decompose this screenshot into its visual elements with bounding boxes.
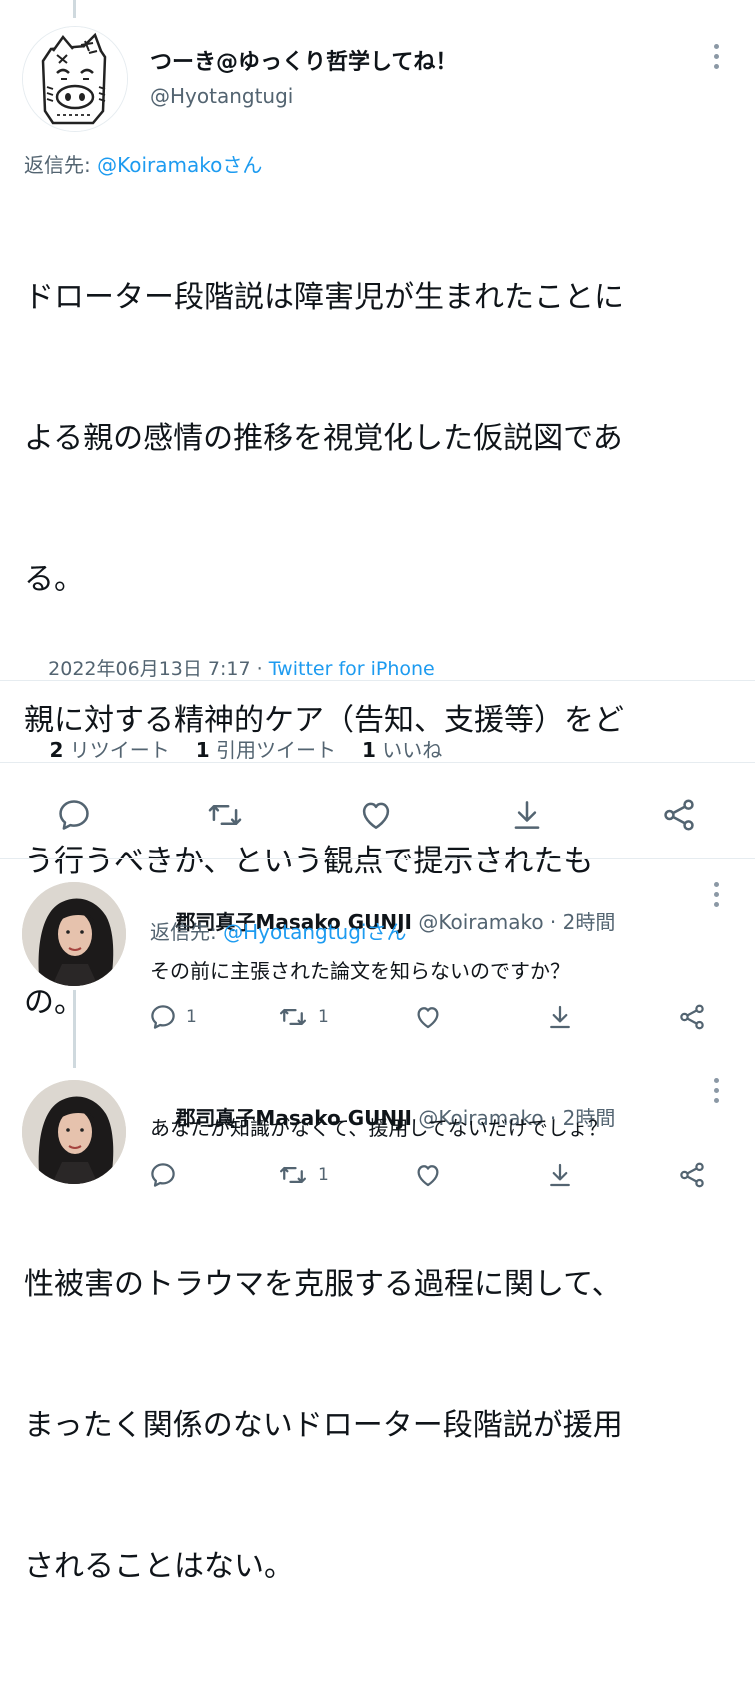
reply-context: 返信先: @Hyotangtugiさん — [150, 916, 406, 945]
quotes-label: 引用ツイート — [216, 738, 336, 762]
reply-avatar[interactable] — [22, 1080, 126, 1184]
reply-text: あなたが知識がなくて、援用してないだけでしょ？ — [150, 1116, 608, 1140]
tweet-meta: 2022年06月13日 7:17 · Twitter for iPhone — [24, 632, 435, 703]
reply-prefix: 返信先: — [150, 920, 224, 944]
heart-icon[interactable] — [412, 1002, 444, 1032]
reply-to-link[interactable]: @Koiramakoさん — [97, 153, 262, 177]
tweet-timestamp[interactable]: 2022年06月13日 7:17 · — [48, 658, 269, 680]
heart-icon[interactable] — [412, 1160, 444, 1190]
retweet-count: 1 — [318, 1165, 329, 1185]
author-avatar[interactable] — [22, 26, 128, 132]
tweet-body-line: よる親の感情の推移を視覚化した仮説図であ — [24, 421, 623, 456]
retweet-icon[interactable] — [276, 1160, 310, 1190]
more-vertical-icon[interactable] — [712, 1078, 720, 1103]
reply-icon[interactable] — [148, 1160, 178, 1190]
tweet-body-line: まったく関係のないドローター段階説が援用 — [24, 1408, 623, 1443]
reply-icon[interactable] — [148, 1002, 178, 1032]
retweet-count: 1 — [318, 1007, 329, 1027]
divider — [0, 762, 755, 763]
reply-to-link[interactable]: @Hyotangtugiさん — [223, 920, 406, 944]
share-icon[interactable] — [676, 1002, 708, 1032]
tweet-body-line: 性被害のトラウマを克服する過程に関して、 — [24, 1267, 622, 1302]
reply-handle[interactable]: @Koiramako — [418, 910, 543, 934]
bookmark-download-icon[interactable] — [508, 796, 546, 834]
reply-prefix: 返信先: — [24, 153, 98, 177]
reply-time[interactable]: · 2時間 — [544, 910, 615, 934]
reply-icon[interactable] — [55, 796, 93, 834]
woman-avatar-icon — [22, 1080, 126, 1184]
tweet-stats: 2 リツイート 1 引用ツイート 1 いいね — [24, 710, 442, 787]
heart-icon[interactable] — [357, 796, 395, 834]
reply-text: その前に主張された論文を知らないのですか？ — [150, 959, 570, 983]
retweet-icon[interactable] — [205, 796, 245, 834]
divider — [0, 680, 755, 681]
likes-count: 1 — [362, 738, 376, 762]
thread-line-top — [73, 0, 76, 18]
like-action[interactable] — [412, 1002, 452, 1032]
reply-action[interactable] — [148, 1160, 186, 1190]
author-display-name[interactable]: つーき@ゆっくり哲学してね！ — [150, 44, 457, 76]
quotes-count: 1 — [195, 738, 210, 762]
share-icon[interactable] — [676, 1160, 708, 1190]
divider — [0, 858, 755, 859]
tweet-source[interactable]: Twitter for iPhone — [269, 658, 435, 680]
tweet-body-line: されることはない。 — [24, 1549, 294, 1584]
author-handle[interactable]: @Hyotangtugi — [150, 84, 293, 108]
retweet-action[interactable]: 1 — [276, 1160, 329, 1190]
tweet-body-line: の。 — [24, 985, 84, 1020]
bookmark-download-icon[interactable] — [544, 1160, 576, 1190]
likes-stat[interactable]: 1 いいね — [362, 738, 442, 762]
share-icon[interactable] — [660, 796, 698, 834]
more-vertical-icon[interactable] — [712, 44, 720, 69]
likes-label: いいね — [382, 738, 443, 762]
tweet-body-line: ドローター段階説は障害児が生まれたことに — [24, 280, 624, 315]
tweet-body-line: う行うべきか、という観点で提示されたも — [24, 844, 594, 879]
pig-avatar-icon — [23, 27, 127, 131]
reply-count: 1 — [186, 1007, 197, 1027]
retweets-stat[interactable]: 2 リツイート — [49, 738, 169, 762]
retweets-label: リツイート — [69, 738, 170, 762]
reply-action[interactable]: 1 — [148, 1002, 197, 1032]
retweet-icon[interactable] — [276, 1002, 310, 1032]
quotes-stat[interactable]: 1 引用ツイート — [196, 738, 336, 762]
more-vertical-icon[interactable] — [712, 882, 720, 907]
bookmark-download-icon[interactable] — [544, 1002, 576, 1032]
retweets-count: 2 — [49, 738, 64, 762]
like-action[interactable] — [412, 1160, 452, 1190]
reply-context: 返信先: @Koiramakoさん — [24, 149, 262, 178]
reply-avatar[interactable] — [22, 882, 126, 986]
retweet-action[interactable]: 1 — [276, 1002, 329, 1032]
woman-avatar-icon — [22, 882, 126, 986]
tweet-body-line: る。 — [24, 562, 84, 597]
